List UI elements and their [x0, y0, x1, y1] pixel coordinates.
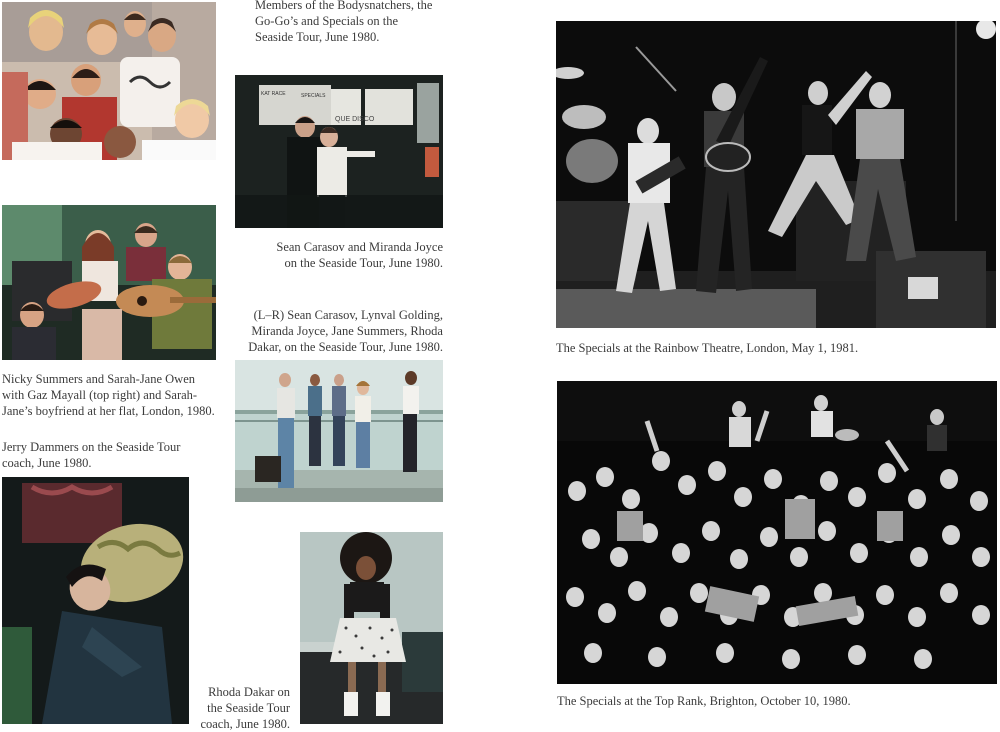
caption-rhoda-dakar: Rhoda Dakar on the Seaside Tour coach, J…: [200, 685, 290, 731]
poster-specials-text: SPECIALS: [301, 93, 326, 99]
caption-carasov-joyce: Sean Carasov and Miranda Joyce on the Se…: [276, 240, 443, 270]
caption-jerry-dammers: Jerry Dammers on the Seaside Tour coach,…: [2, 440, 181, 470]
photo-bodysnatchers: [2, 2, 216, 160]
caption-rainbow: The Specials at the Rainbow Theatre, Lon…: [556, 341, 859, 355]
photo-nicky-summers: [2, 205, 216, 360]
photo-top-rank: [557, 381, 997, 684]
photo-rainbow-theatre: [556, 21, 996, 328]
poster-kat-text: KAT RACE: [261, 91, 286, 97]
photo-rhoda-dakar: [300, 532, 443, 724]
caption-bodysnatchers: Members of the Bodysnatchers, the Go-Go’…: [255, 0, 433, 44]
caption-top-rank: The Specials at the Top Rank, Brighton, …: [557, 694, 851, 708]
photo-carasov-joyce: QUE DISCO SPECIALS KAT RACE: [235, 75, 443, 228]
caption-nicky-summers: Nicky Summers and Sarah-Jane Owen with G…: [2, 372, 215, 418]
photo-jerry-dammers: [2, 477, 189, 724]
poster-disco-text: QUE DISCO: [335, 116, 375, 123]
caption-group-lr: (L–R) Sean Carasov, Lynval Golding, Mira…: [248, 308, 443, 354]
photo-group-seaside: [235, 360, 443, 502]
